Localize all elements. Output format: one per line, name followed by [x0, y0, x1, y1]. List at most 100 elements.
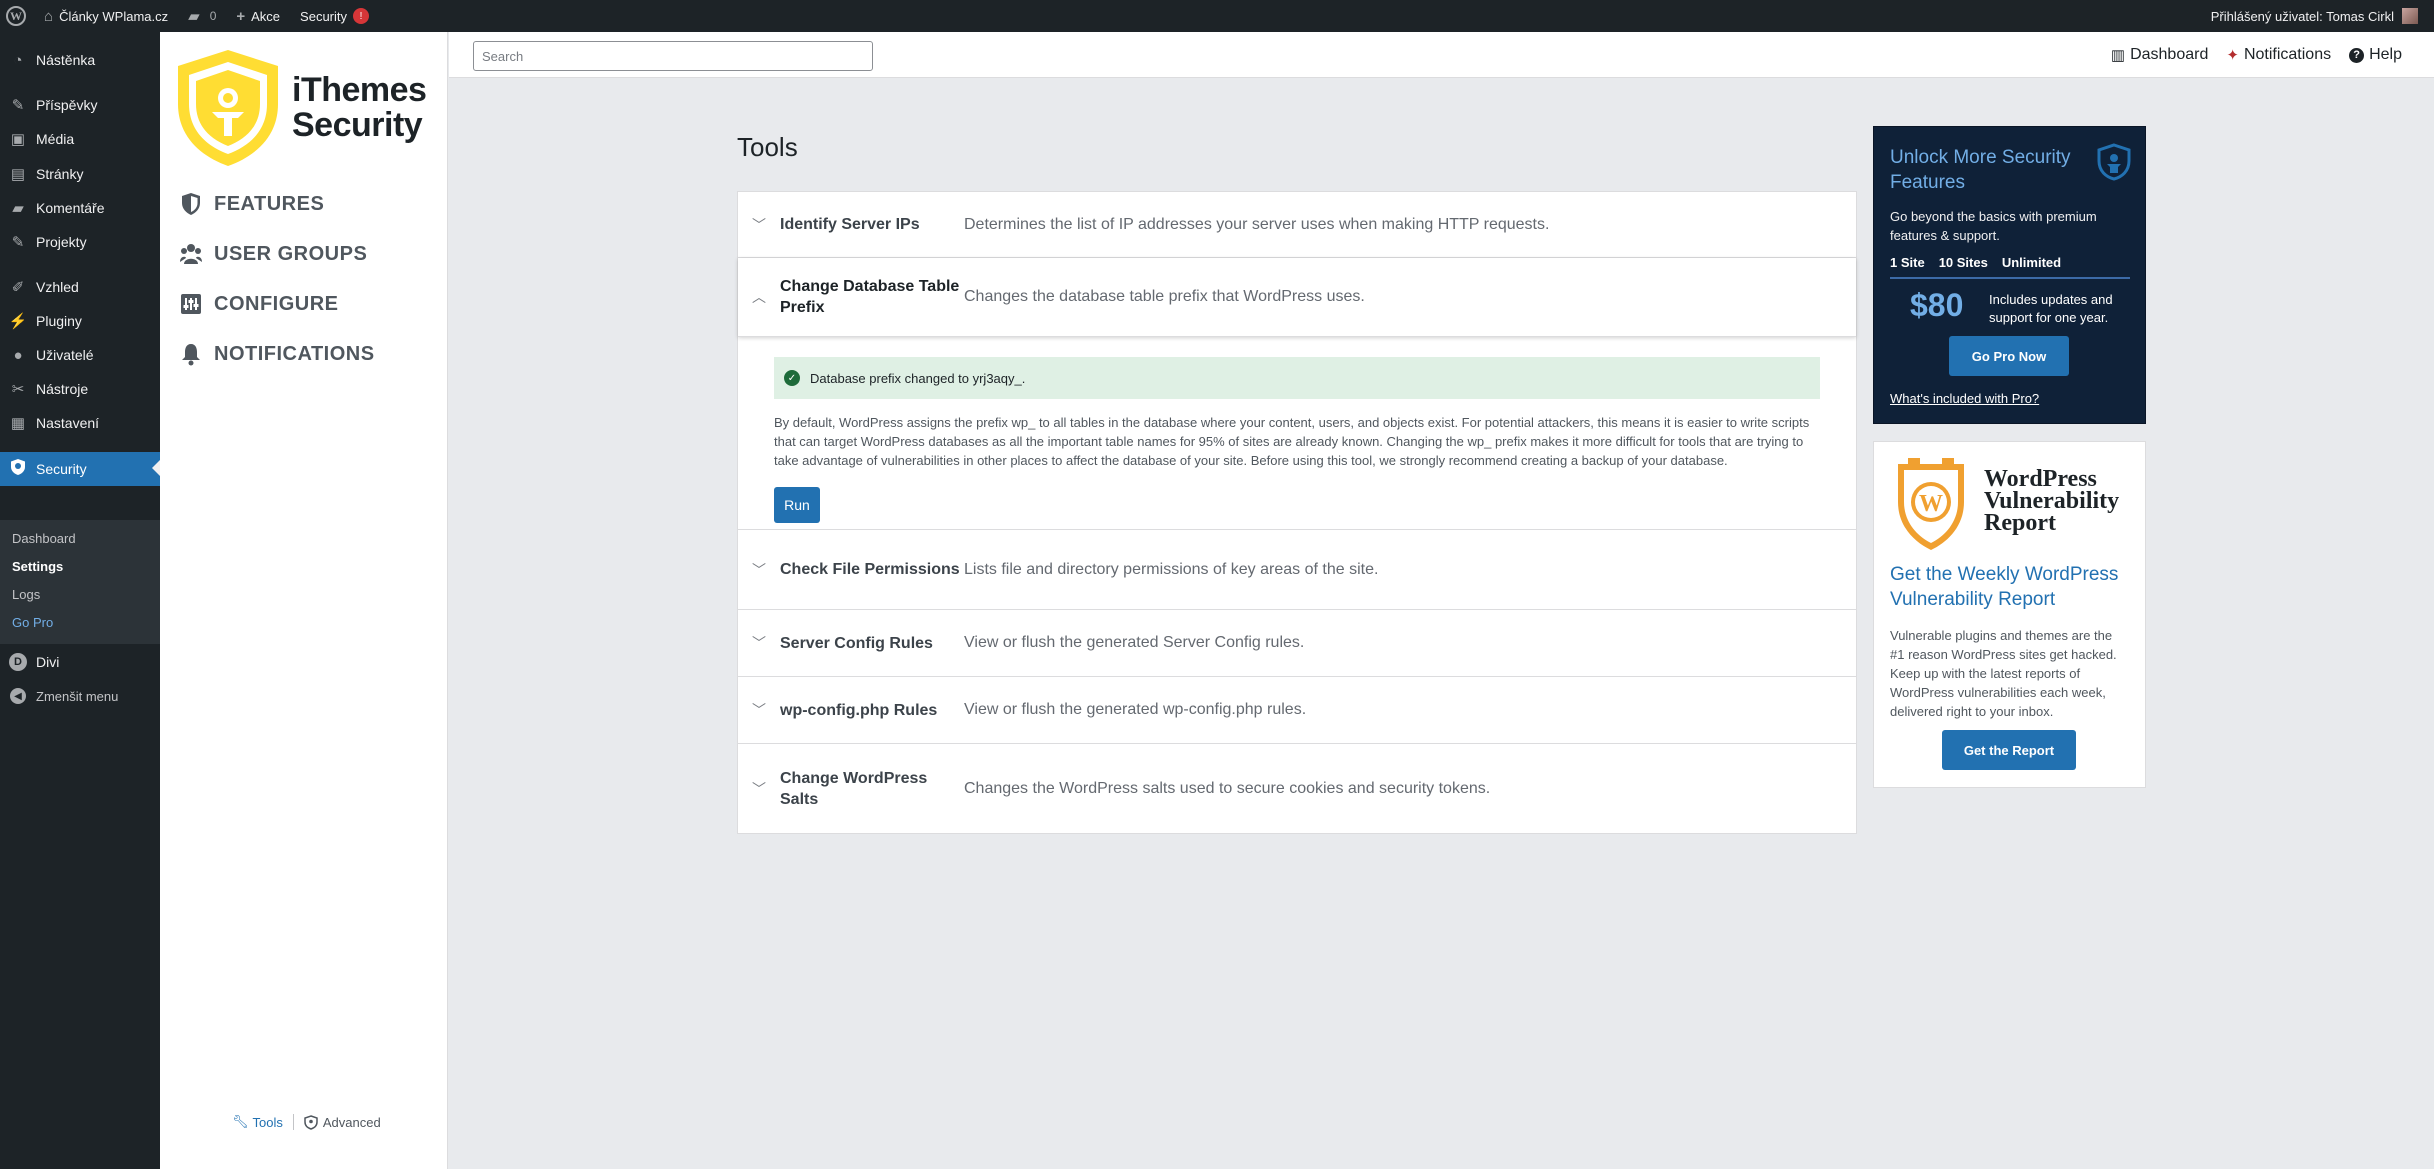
menu-item-divi[interactable]: D Divi	[0, 646, 160, 678]
nav-label: FEATURES	[214, 192, 325, 215]
tool-row-change-database-prefix[interactable]: ︿ Change Database Table Prefix Changes t…	[738, 258, 1856, 337]
itsec-sidebar: iThemes Security FEATURES USER GROUPS CO…	[160, 32, 448, 1169]
submenu-logs[interactable]: Logs	[12, 587, 40, 602]
menu-item-label: Uživatelé	[36, 347, 94, 363]
submenu-dashboard[interactable]: Dashboard	[12, 531, 76, 546]
comments-count: 0	[209, 9, 217, 23]
menu-item-settings[interactable]: ▦ Nastavení	[0, 407, 160, 439]
settings-icon: ▦	[10, 415, 26, 432]
new-content-label: Akce	[251, 8, 281, 24]
vulnerability-report-title: WordPress Vulnerability Report	[1984, 466, 2120, 536]
plan-tab-10-sites[interactable]: 10 Sites	[1939, 255, 1988, 277]
nav-features[interactable]: FEATURES	[180, 192, 324, 216]
menu-item-label: Divi	[36, 654, 60, 670]
media-icon: ▣	[10, 131, 26, 148]
nav-label: USER GROUPS	[214, 242, 368, 265]
tool-row-check-file-permissions[interactable]: ﹀ Check File Permissions Lists file and …	[738, 530, 1856, 610]
topbar-dashboard-link[interactable]: ▥ Dashboard	[2111, 46, 2208, 64]
go-pro-now-button[interactable]: Go Pro Now	[1949, 336, 2069, 376]
run-button[interactable]: Run	[774, 487, 820, 523]
chevron-down-icon: ﹀	[752, 561, 766, 578]
menu-item-media[interactable]: ▣ Média	[0, 123, 160, 155]
tool-help-text: By default, WordPress assigns the prefix…	[774, 415, 1810, 468]
menu-item-label: Příspěvky	[36, 97, 98, 113]
ithemes-logo: iThemes Security	[172, 46, 427, 170]
plan-price: $80	[1910, 287, 1964, 323]
site-name: Články WPlama.cz	[59, 8, 169, 24]
plug-icon: ⚡	[8, 313, 28, 330]
my-account-link[interactable]: Přihlášený uživatel: Tomas Cirkl	[2201, 0, 2428, 32]
shield-icon	[2097, 143, 2131, 181]
new-content-link[interactable]: + Akce	[226, 0, 290, 32]
plan-tab-unlimited[interactable]: Unlimited	[2002, 255, 2061, 277]
footer-tools-link[interactable]: 🔧︎ Tools	[232, 1114, 283, 1130]
admin-menu: ◔ Nástěnka ✎ Příspěvky ▣ Média ▤ Stránky ▰ Ko…	[0, 32, 160, 1169]
topbar-notifications-link[interactable]: ✦ Notifications	[2226, 46, 2331, 64]
plan-tabs: 1 Site 10 Sites Unlimited	[1890, 255, 2130, 279]
shield-icon	[0, 458, 36, 480]
topbar-links: ▥ Dashboard ✦ Notifications ? Help	[2093, 32, 2402, 78]
collapse-icon: ◀	[10, 688, 26, 704]
menu-item-posts[interactable]: ✎ Příspěvky	[0, 89, 160, 121]
tool-description: View or flush the generated wp-config.ph…	[964, 701, 1307, 718]
home-icon: ⌂	[44, 7, 54, 25]
topbar-link-label: Notifications	[2243, 46, 2332, 63]
security-admin-link[interactable]: Security !	[290, 0, 379, 32]
menu-item-appearance[interactable]: ✐ Vzhled	[0, 271, 160, 303]
wrench-icon: 🔧︎	[232, 1114, 249, 1129]
plan-tab-1-site[interactable]: 1 Site	[1890, 255, 1925, 277]
user-icon: ●	[13, 346, 23, 364]
promo-title: Unlock More Security Features	[1890, 147, 2071, 193]
nav-user-groups[interactable]: USER GROUPS	[180, 242, 367, 266]
menu-item-security[interactable]: Security	[0, 452, 160, 486]
tool-row-server-config-rules[interactable]: ﹀ Server Config Rules View or flush the …	[738, 610, 1856, 677]
whats-included-link[interactable]: What's included with Pro?	[1890, 391, 2039, 406]
menu-item-comments[interactable]: ▰ Komentáře	[0, 192, 160, 224]
collapse-menu-button[interactable]: ◀ Zmenšit menu	[0, 680, 160, 712]
site-name-link[interactable]: ⌂ Články WPlama.cz	[34, 0, 178, 32]
comment-icon: ▰	[188, 8, 200, 25]
menu-item-plugins[interactable]: ⚡ Pluginy	[0, 305, 160, 337]
chevron-down-icon: ﹀	[752, 780, 766, 797]
search-input[interactable]	[473, 41, 873, 71]
get-the-report-button[interactable]: Get the Report	[1942, 730, 2076, 770]
promo-description: Go beyond the basics with premium featur…	[1890, 209, 2097, 243]
comment-icon: ▰	[12, 200, 24, 217]
nav-configure[interactable]: CONFIGURE	[180, 292, 339, 316]
menu-item-dashboard[interactable]: ◔ Nástěnka	[0, 44, 160, 76]
tool-description: View or flush the generated Server Confi…	[964, 634, 1305, 651]
topbar-help-link[interactable]: ? Help	[2349, 46, 2402, 64]
configure-icon	[181, 294, 201, 314]
admin-bar: W ⌂ Články WPlama.cz ▰ 0 + Akce Security…	[0, 0, 2434, 32]
wordpress-logo[interactable]: W	[0, 0, 34, 32]
plus-icon: +	[236, 7, 246, 25]
go-pro-promo: Unlock More Security Features Go beyond …	[1873, 126, 2146, 424]
notifications-icon: ✦	[2226, 47, 2239, 64]
menu-item-label: Nástěnka	[36, 52, 96, 68]
menu-item-tools[interactable]: ✂ Nástroje	[0, 373, 160, 405]
menu-item-projects[interactable]: ✎ Projekty	[0, 226, 160, 258]
footer-tools-label: Tools	[252, 1114, 283, 1130]
svg-text:W: W	[1919, 491, 1943, 517]
shield-icon	[304, 1114, 318, 1130]
footer-advanced-link[interactable]: Advanced	[304, 1115, 381, 1130]
tool-name: Change WordPress Salts	[780, 769, 928, 808]
menu-item-users[interactable]: ● Uživatelé	[0, 339, 160, 371]
tool-row-wp-config-rules[interactable]: ﹀ wp-config.php Rules View or flush the …	[738, 677, 1856, 744]
dashboard-icon: ▥	[2110, 47, 2126, 64]
topbar-link-label: Help	[2369, 46, 2402, 63]
tool-row-identify-server-ips[interactable]: ﹀ Identify Server IPs Determines the lis…	[738, 192, 1856, 258]
submenu-settings[interactable]: Settings	[12, 559, 63, 574]
submenu-go-pro[interactable]: Go Pro	[12, 615, 53, 630]
tool-name: Check File Permissions	[780, 561, 960, 578]
wrench-icon: ✂	[11, 381, 25, 398]
page-icon: ▤	[10, 166, 26, 183]
brush-icon: ✐	[11, 279, 25, 296]
nav-notifications[interactable]: NOTIFICATIONS	[180, 342, 375, 366]
chevron-down-icon: ﹀	[752, 216, 766, 233]
tools-panel: ﹀ Identify Server IPs Determines the lis…	[737, 191, 1857, 834]
chevron-down-icon: ﹀	[752, 702, 766, 718]
comments-link[interactable]: ▰ 0	[178, 0, 226, 32]
tool-row-change-wordpress-salts[interactable]: ﹀ Change WordPress Salts Changes the Wor…	[738, 744, 1856, 833]
menu-item-pages[interactable]: ▤ Stránky	[0, 158, 160, 190]
